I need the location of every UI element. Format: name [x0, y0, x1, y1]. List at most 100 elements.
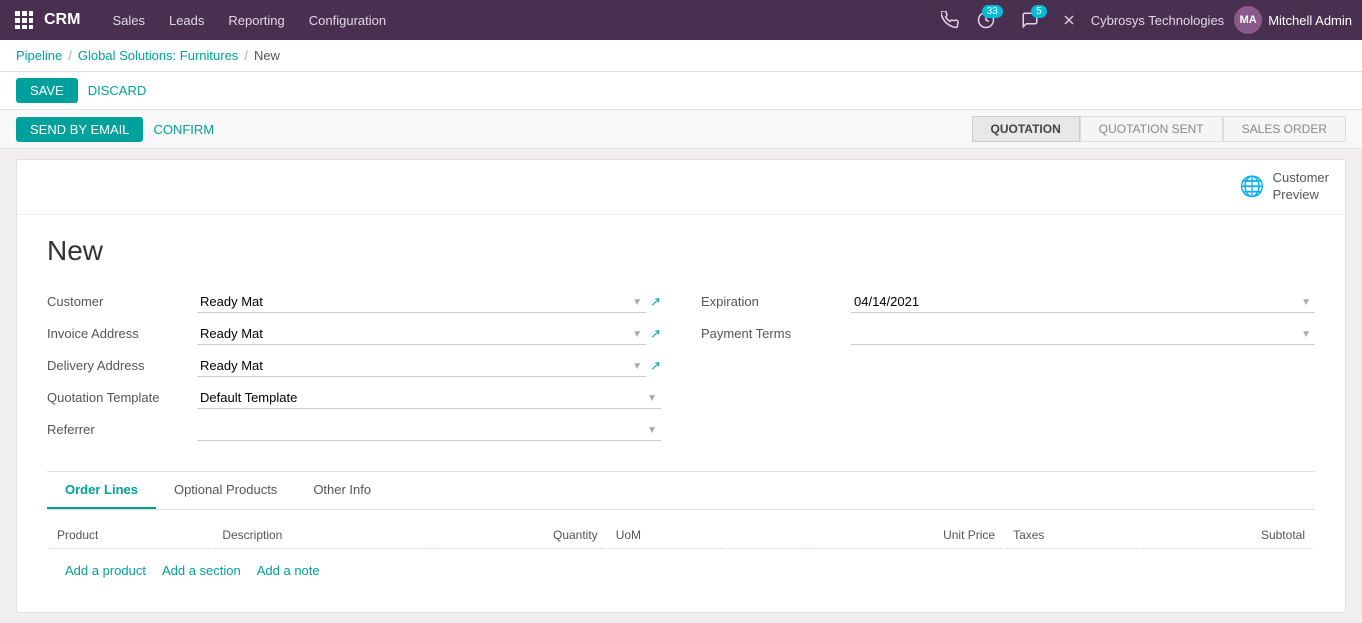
- table-add-links-cell: Add a product Add a section Add a note: [49, 551, 1313, 590]
- breadcrumb-company[interactable]: Global Solutions: Furnitures: [78, 48, 238, 63]
- status-quotation-sent[interactable]: QUOTATION SENT: [1080, 116, 1223, 142]
- grid-menu-icon[interactable]: [10, 6, 38, 34]
- menu-reporting[interactable]: Reporting: [218, 0, 294, 40]
- referrer-select[interactable]: [197, 419, 661, 441]
- form-right-col: Expiration ▼ Payment Terms: [701, 291, 1315, 451]
- customer-label: Customer: [47, 294, 197, 309]
- menu-sales[interactable]: Sales: [102, 0, 155, 40]
- delivery-address-input[interactable]: [197, 355, 646, 377]
- quotation-body: New Customer ▼ ↗ Invoice Add: [17, 215, 1345, 612]
- expiration-input[interactable]: [851, 291, 1315, 313]
- customer-input-wrap: ▼: [197, 291, 646, 313]
- invoice-external-link-icon[interactable]: ↗: [650, 326, 661, 342]
- top-navigation: CRM Sales Leads Reporting Configuration …: [0, 0, 1362, 40]
- delivery-address-label: Delivery Address: [47, 358, 197, 373]
- payment-terms-label: Payment Terms: [701, 326, 851, 341]
- col-quantity: Quantity: [433, 522, 606, 549]
- col-taxes: Taxes: [1005, 522, 1140, 549]
- add-section-link[interactable]: Add a section: [162, 563, 241, 578]
- company-name: Cybrosys Technologies: [1091, 13, 1224, 28]
- customer-preview-button[interactable]: 🌐 CustomerPreview: [1240, 170, 1329, 204]
- delivery-external-link-icon[interactable]: ↗: [650, 358, 661, 374]
- expiration-label: Expiration: [701, 294, 851, 309]
- breadcrumb: Pipeline / Global Solutions: Furnitures …: [0, 40, 1362, 72]
- main-content: 🌐 CustomerPreview New Customer ▼ ↗: [0, 149, 1362, 623]
- order-table: Product Description Quantity UoM Unit Pr…: [47, 520, 1315, 592]
- invoice-address-row: Invoice Address ▼ ↗: [47, 323, 661, 345]
- tab-optional-products[interactable]: Optional Products: [156, 472, 295, 509]
- table-add-row: Add a product Add a section Add a note: [49, 551, 1313, 590]
- customer-preview-label: CustomerPreview: [1273, 170, 1329, 204]
- expiration-row: Expiration ▼: [701, 291, 1315, 313]
- table-add-links: Add a product Add a section Add a note: [57, 557, 1305, 584]
- referrer-row: Referrer ▼: [47, 419, 661, 441]
- table-body: Add a product Add a section Add a note: [49, 551, 1313, 590]
- customer-row: Customer ▼ ↗: [47, 291, 661, 313]
- payment-terms-row: Payment Terms ▼: [701, 323, 1315, 345]
- table-header-row: Product Description Quantity UoM Unit Pr…: [49, 522, 1313, 549]
- phone-icon[interactable]: [941, 11, 959, 29]
- send-email-button[interactable]: SEND BY EMAIL: [16, 117, 143, 142]
- quotation-template-select[interactable]: Default Template: [197, 387, 661, 409]
- toolbar: SAVE DISCARD: [0, 72, 1362, 110]
- invoice-address-input[interactable]: [197, 323, 646, 345]
- topnav-right: 33 5 Cybrosys Technologies MA Mitchell A…: [941, 6, 1352, 34]
- invoice-address-label: Invoice Address: [47, 326, 197, 341]
- payment-terms-input-wrap: ▼: [851, 323, 1315, 345]
- user-menu[interactable]: MA Mitchell Admin: [1234, 6, 1352, 34]
- add-note-link[interactable]: Add a note: [257, 563, 320, 578]
- chat-icon[interactable]: 5: [1021, 11, 1039, 29]
- globe-icon: 🌐: [1240, 174, 1265, 199]
- delivery-address-row: Delivery Address ▼ ↗: [47, 355, 661, 377]
- delivery-address-input-wrap: ▼: [197, 355, 646, 377]
- quotation-template-row: Quotation Template Default Template ▼: [47, 387, 661, 409]
- tab-other-info[interactable]: Other Info: [295, 472, 389, 509]
- col-spacer: [727, 522, 807, 549]
- customer-external-link-icon[interactable]: ↗: [650, 294, 661, 310]
- discard-button[interactable]: DISCARD: [88, 83, 147, 98]
- template-dropdown-arrow: ▼: [647, 393, 657, 404]
- invoice-dropdown-arrow: ▼: [632, 329, 642, 340]
- col-unit-price: Unit Price: [809, 522, 1003, 549]
- status-bar: QUOTATION QUOTATION SENT SALES ORDER: [972, 116, 1346, 142]
- referrer-label: Referrer: [47, 422, 197, 437]
- card-header: 🌐 CustomerPreview: [17, 160, 1345, 215]
- app-name: CRM: [44, 11, 80, 29]
- form-grid: Customer ▼ ↗ Invoice Address ▼: [47, 291, 1315, 451]
- col-description: Description: [214, 522, 431, 549]
- save-button[interactable]: SAVE: [16, 78, 78, 103]
- col-product: Product: [49, 522, 212, 549]
- activity-icon[interactable]: 33: [977, 11, 995, 29]
- expiration-dropdown-arrow: ▼: [1301, 297, 1311, 308]
- delivery-dropdown-arrow: ▼: [632, 361, 642, 372]
- form-left-col: Customer ▼ ↗ Invoice Address ▼: [47, 291, 661, 451]
- expiration-input-wrap: ▼: [851, 291, 1315, 313]
- status-quotation[interactable]: QUOTATION: [972, 116, 1080, 142]
- quotation-template-input-wrap: Default Template ▼: [197, 387, 661, 409]
- quotation-title: New: [47, 235, 1315, 267]
- avatar: MA: [1234, 6, 1262, 34]
- close-icon[interactable]: [1061, 12, 1077, 28]
- payment-terms-dropdown-arrow: ▼: [1301, 329, 1311, 340]
- action-bar: SEND BY EMAIL CONFIRM QUOTATION QUOTATIO…: [0, 110, 1362, 149]
- menu-leads[interactable]: Leads: [159, 0, 214, 40]
- breadcrumb-pipeline[interactable]: Pipeline: [16, 48, 62, 63]
- col-subtotal: Subtotal: [1142, 522, 1313, 549]
- breadcrumb-sep2: /: [244, 48, 248, 63]
- customer-input[interactable]: [197, 291, 646, 313]
- tab-order-lines[interactable]: Order Lines: [47, 472, 156, 509]
- referrer-dropdown-arrow: ▼: [647, 425, 657, 436]
- status-sales-order[interactable]: SALES ORDER: [1223, 116, 1346, 142]
- referrer-input-wrap: ▼: [197, 419, 661, 441]
- quotation-template-label: Quotation Template: [47, 390, 197, 405]
- confirm-button[interactable]: CONFIRM: [153, 122, 214, 137]
- tabs-header: Order Lines Optional Products Other Info: [47, 472, 1315, 510]
- activity-badge: 33: [982, 5, 1003, 18]
- payment-terms-select[interactable]: [851, 323, 1315, 345]
- menu-configuration[interactable]: Configuration: [299, 0, 396, 40]
- col-uom: UoM: [608, 522, 726, 549]
- user-name: Mitchell Admin: [1268, 13, 1352, 28]
- add-product-link[interactable]: Add a product: [65, 563, 146, 578]
- top-menu: Sales Leads Reporting Configuration: [102, 0, 934, 40]
- invoice-address-input-wrap: ▼: [197, 323, 646, 345]
